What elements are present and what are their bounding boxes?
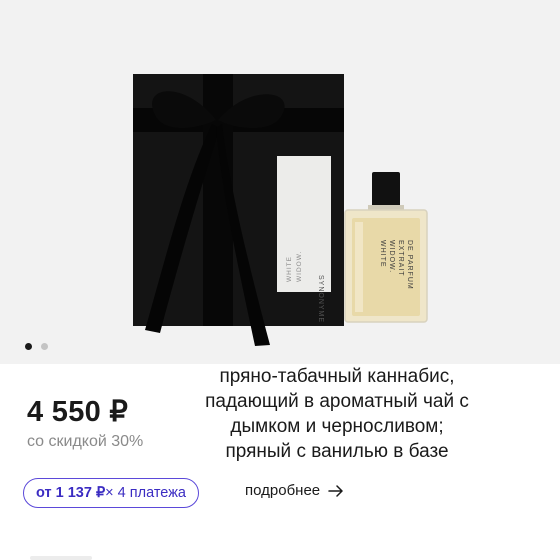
product-image: WHITE WIDOW. SYNONYME WHITE WIDOW. EXTRA… — [133, 74, 428, 346]
box-label-line2: WIDOW. — [296, 251, 303, 282]
gallery-pagination — [25, 343, 48, 350]
bottle-label-line2: WIDOW. — [388, 240, 395, 273]
caption-line-3: дымком и черносливом; — [230, 416, 444, 437]
image-caption: пряно-табачный каннабис, падающий в аром… — [178, 364, 496, 464]
caption-line-4: пряный с ванилью в базе — [225, 441, 449, 462]
installment-amount: от 1 137 ₽ — [36, 485, 106, 501]
bottle-label-line1: WHITE — [379, 240, 386, 268]
installments-button[interactable]: от 1 137 ₽ × 4 платежа — [23, 478, 199, 508]
bottle-label-line4: DE PARFUM — [406, 240, 413, 290]
pagination-dot-1[interactable] — [25, 343, 32, 350]
installment-count: × 4 платежа — [105, 485, 186, 501]
discount-label: со скидкой 30% — [27, 433, 144, 450]
caption-line-2: падающий в ароматный чай с — [205, 391, 469, 412]
box-label-line1: WHITE — [286, 256, 293, 282]
bottom-bar — [30, 556, 92, 560]
box-label-brand: SYNONYME — [317, 275, 324, 323]
installments-details-link[interactable]: подробнее — [245, 482, 344, 499]
caption-line-1: пряно-табачный каннабис, — [219, 366, 455, 387]
pagination-dot-2[interactable] — [41, 343, 48, 350]
bottle-label-line3: EXTRAIT — [397, 240, 404, 277]
product-gallery[interactable]: WHITE WIDOW. SYNONYME WHITE WIDOW. EXTRA… — [0, 0, 560, 364]
product-price: 4 550 ₽ — [27, 396, 129, 428]
details-label: подробнее — [245, 482, 321, 499]
arrow-right-icon — [328, 484, 343, 497]
